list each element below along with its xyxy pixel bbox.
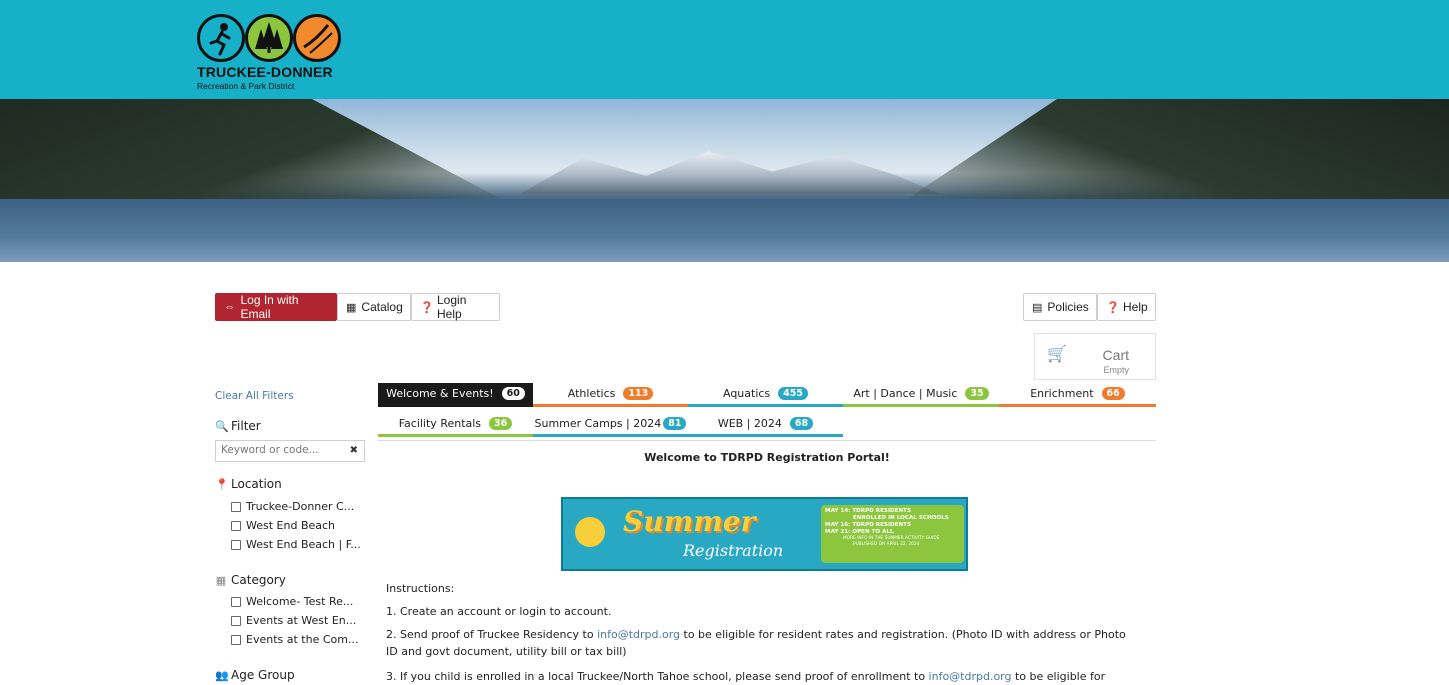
promo-word-summer: Summer: [623, 505, 756, 538]
login-help-button[interactable]: ❓ Login Help: [411, 293, 500, 321]
tab-athletics[interactable]: Athletics 113: [533, 383, 688, 407]
runner-icon: [197, 14, 245, 62]
location-heading: 📍 Location: [215, 477, 282, 491]
login-email-label: Log In with Email: [240, 293, 299, 321]
policies-button[interactable]: ▤ Policies: [1023, 293, 1097, 321]
grid-icon: ▦: [346, 301, 357, 314]
cart-status: Empty: [1103, 365, 1129, 375]
cart-widget[interactable]: 🛒 Cart Empty: [1034, 333, 1156, 380]
question-icon: ❓: [1106, 301, 1120, 314]
policies-label: Policies: [1047, 300, 1089, 314]
age-group-heading: 👥 Age Group: [215, 668, 295, 682]
grid-icon: ▦: [215, 573, 227, 587]
banner-mountains: [520, 151, 940, 194]
summer-registration-banner[interactable]: Summer Registration MAY 14: TDRPD RESIDE…: [561, 497, 968, 571]
ball-icon: [293, 14, 341, 62]
checkbox[interactable]: [231, 634, 241, 645]
banner-forest-left: [0, 99, 520, 209]
filter-heading: 🔍 Filter: [215, 419, 261, 433]
tab-facility-rentals[interactable]: Facility Rentals 36: [378, 413, 533, 437]
question-icon: ❓: [420, 301, 434, 314]
catalog-label: Catalog: [361, 300, 403, 314]
tab-count-badge: 455: [778, 387, 809, 400]
tab-count-badge: 81: [663, 417, 687, 430]
tab-enrichment[interactable]: Enrichment 66: [999, 383, 1156, 407]
category-option[interactable]: Events at West En...: [231, 614, 356, 627]
cart-label: Cart: [1102, 347, 1129, 363]
lake-banner-image: [0, 99, 1449, 262]
instructions-heading: Instructions:: [386, 582, 455, 595]
login-help-label: Login Help: [437, 293, 467, 321]
district-logo[interactable]: TRUCKEE-DONNER Recreation & Park Distric…: [195, 14, 355, 94]
banner-water: [0, 199, 1449, 262]
promo-dates-box: MAY 14: TDRPD RESIDENTS ENROLLED IN LOCA…: [821, 505, 964, 563]
catalog-button[interactable]: ▦ Catalog: [337, 293, 411, 321]
map-pin-icon: 📍: [215, 477, 229, 491]
instruction-step-1: 1. Create an account or login to account…: [386, 605, 612, 618]
email-link[interactable]: info@tdrpd.org: [597, 628, 680, 641]
tab-count-badge: 113: [623, 387, 654, 400]
brand-name: TRUCKEE-DONNER: [197, 64, 333, 80]
tab-web-2024[interactable]: WEB | 2024 68: [688, 413, 843, 437]
help-label: Help: [1123, 300, 1148, 314]
welcome-heading: Welcome to TDRPD Registration Portal!: [644, 451, 890, 464]
instruction-step-3: 3. If you child is enrolled in a local T…: [386, 670, 1106, 683]
category-option[interactable]: Events at the Com...: [231, 633, 358, 646]
sun-icon: [575, 517, 605, 547]
tab-welcome-events[interactable]: Welcome & Events! 60: [378, 383, 533, 407]
tab-count-badge: 60: [501, 387, 525, 400]
people-icon: 👥: [215, 668, 229, 682]
cart-icon: 🛒: [1047, 344, 1067, 363]
email-link[interactable]: info@tdrpd.org: [929, 670, 1012, 683]
checkbox[interactable]: [231, 596, 241, 607]
tab-art-dance-music[interactable]: Art | Dance | Music 35: [843, 383, 999, 407]
tab-count-badge: 66: [1101, 387, 1125, 400]
category-heading: ▦ Category: [215, 573, 286, 587]
brand-subtitle: Recreation & Park District: [197, 81, 295, 91]
clear-all-filters-link[interactable]: Clear All Filters: [215, 390, 294, 402]
document-icon: ▤: [1032, 301, 1043, 314]
checkbox[interactable]: [231, 539, 241, 550]
tab-count-badge: 68: [789, 417, 814, 430]
banner-forest-right: [889, 99, 1449, 211]
search-icon: 🔍: [215, 419, 229, 433]
tabs-divider: [378, 440, 1156, 441]
tab-count-badge: 35: [965, 387, 989, 400]
trees-icon: [245, 14, 293, 62]
location-option[interactable]: Truckee-Donner C...: [231, 500, 354, 513]
checkbox[interactable]: [231, 501, 241, 512]
clear-filter-icon[interactable]: ✖: [350, 445, 358, 456]
checkbox[interactable]: [231, 520, 241, 531]
tab-count-badge: 36: [489, 417, 513, 430]
help-button[interactable]: ❓ Help: [1097, 293, 1156, 321]
keyword-filter-input[interactable]: Keyword or code... ✖: [215, 440, 365, 462]
checkbox[interactable]: [231, 615, 241, 626]
instruction-step-2: 2. Send proof of Truckee Residency to in…: [386, 628, 1126, 658]
location-option[interactable]: West End Beach: [231, 519, 335, 532]
tab-summer-camps-2024[interactable]: Summer Camps | 2024 81: [533, 413, 688, 437]
sign-in-icon: ⇔: [224, 301, 236, 313]
promo-word-registration: Registration: [683, 541, 784, 560]
tab-aquatics[interactable]: Aquatics 455: [688, 383, 843, 407]
location-option[interactable]: West End Beach | F...: [231, 538, 361, 551]
category-option[interactable]: Welcome- Test Re...: [231, 595, 353, 608]
login-email-button[interactable]: ⇔ Log In with Email: [215, 293, 337, 321]
